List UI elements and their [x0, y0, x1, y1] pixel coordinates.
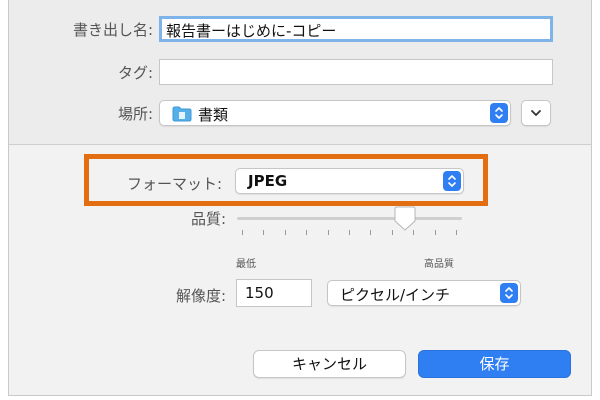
quality-tick: [456, 230, 457, 235]
format-label: フォーマット:: [126, 175, 222, 193]
quality-max-label: 高品質: [424, 259, 454, 270]
resolution-field[interactable]: 150: [236, 279, 312, 307]
cancel-button[interactable]: キャンセル: [253, 350, 406, 378]
quality-tick: [434, 230, 436, 235]
export-name-field[interactable]: 報告書ーはじめに-コピー: [159, 16, 553, 42]
updown-stepper-icon: [500, 283, 518, 303]
quality-tick: [349, 230, 350, 235]
updown-stepper-icon: [490, 103, 508, 123]
quality-tick: [370, 230, 372, 235]
resolution-value: 150: [245, 284, 274, 302]
file-info-section: 書き出し名: 報告書ーはじめに-コピー タグ: 場所: 書類: [9, 0, 591, 145]
expand-location-button[interactable]: [521, 100, 551, 126]
resolution-label: 解像度:: [175, 287, 226, 305]
export-name-value: 報告書ーはじめに-コピー: [166, 22, 337, 40]
quality-label: 品質:: [190, 210, 226, 228]
updown-stepper-icon: [443, 171, 461, 191]
format-popup[interactable]: JPEG: [235, 168, 464, 194]
save-button[interactable]: 保存: [418, 350, 571, 378]
location-popup[interactable]: 書類: [159, 100, 511, 126]
export-name-label: 書き出し名:: [72, 21, 153, 39]
quality-tick: [242, 230, 243, 235]
quality-tick: [263, 230, 265, 235]
format-value: JPEG: [248, 172, 288, 190]
quality-tick: [306, 230, 308, 235]
chevron-down-icon: [531, 110, 541, 116]
tags-label: タグ:: [117, 64, 153, 82]
resolution-unit-value: ピクセル/インチ: [340, 286, 451, 304]
slider-knob-icon[interactable]: [393, 206, 417, 232]
quality-tick: [327, 230, 329, 235]
location-value: 書類: [198, 106, 229, 124]
quality-slider-track[interactable]: [237, 217, 462, 220]
quality-tick: [284, 230, 286, 235]
location-label: 場所:: [117, 105, 153, 123]
resolution-unit-popup[interactable]: ピクセル/インチ: [327, 280, 521, 306]
folder-icon: [172, 106, 192, 122]
quality-min-label: 最低: [236, 259, 256, 270]
tags-field[interactable]: [159, 59, 553, 85]
